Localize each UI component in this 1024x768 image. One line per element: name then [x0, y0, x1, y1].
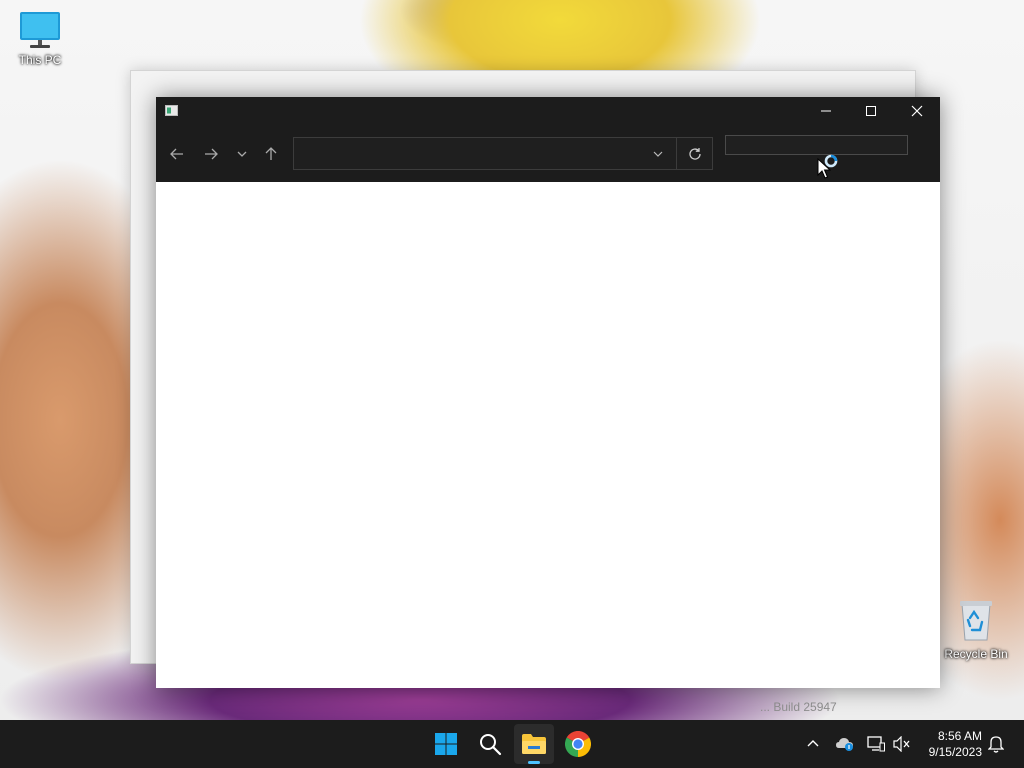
system-clock[interactable]: 8:56 AM 9/15/2023	[914, 728, 982, 760]
chevron-down-icon	[237, 151, 247, 157]
desktop-icon-recycle-bin[interactable]: Recycle Bin	[943, 598, 1009, 661]
minimize-button[interactable]	[803, 97, 849, 125]
refresh-icon	[689, 147, 701, 160]
chevron-up-icon	[807, 740, 819, 747]
show-hidden-icons-button[interactable]	[803, 734, 823, 754]
back-button[interactable]	[166, 143, 188, 165]
close-icon	[911, 105, 923, 117]
monitor-icon	[20, 12, 60, 48]
busy-spinner-icon	[824, 154, 838, 168]
content-pane[interactable]	[156, 182, 940, 688]
volume-tray-button[interactable]	[892, 734, 912, 754]
windows-logo-icon	[435, 733, 457, 755]
network-icon	[867, 736, 885, 752]
clock-time: 8:56 AM	[937, 729, 982, 743]
arrow-up-icon	[265, 147, 277, 160]
title-bar[interactable]	[156, 97, 940, 125]
arrow-right-icon	[205, 148, 218, 160]
network-tray-button[interactable]	[866, 734, 886, 754]
forward-button[interactable]	[200, 143, 222, 165]
explorer-app-icon	[165, 105, 178, 116]
taskbar-file-explorer[interactable]	[514, 724, 554, 764]
build-watermark: ... Build 25947	[760, 700, 837, 714]
active-app-indicator	[528, 761, 540, 764]
close-button[interactable]	[894, 97, 940, 125]
address-bar[interactable]	[293, 137, 713, 170]
recent-locations-button[interactable]	[231, 143, 253, 165]
arrow-left-icon	[170, 148, 183, 160]
desktop-icon-label: This PC	[18, 53, 62, 67]
taskbar-chrome[interactable]	[558, 724, 598, 764]
address-history-button[interactable]	[650, 146, 666, 162]
chevron-down-icon	[653, 151, 663, 157]
maximize-button[interactable]	[848, 97, 894, 125]
desktop-icon-label: Recycle Bin	[944, 647, 1008, 661]
search-icon	[480, 734, 502, 756]
search-input[interactable]	[730, 137, 900, 153]
minimize-icon	[821, 110, 831, 112]
start-button[interactable]	[426, 724, 466, 764]
refresh-button[interactable]	[676, 138, 713, 169]
volume-muted-icon	[893, 736, 910, 752]
search-box[interactable]	[725, 135, 908, 155]
address-input[interactable]	[300, 142, 640, 166]
desktop-icon-this-pc[interactable]: This PC	[8, 10, 72, 67]
maximize-icon	[866, 106, 876, 116]
notifications-button[interactable]	[986, 734, 1006, 754]
taskbar-search-button[interactable]	[470, 724, 510, 764]
recycle-bin-icon	[960, 601, 992, 641]
bell-icon	[988, 736, 1004, 753]
file-explorer-window[interactable]	[156, 97, 940, 688]
cloud-icon	[836, 738, 853, 751]
clock-date: 9/15/2023	[928, 745, 982, 759]
onedrive-tray-button[interactable]	[835, 734, 855, 754]
taskbar: 8:56 AM 9/15/2023	[0, 720, 1024, 768]
chrome-icon	[565, 731, 591, 757]
folder-icon	[522, 734, 546, 754]
up-button[interactable]	[260, 143, 282, 165]
